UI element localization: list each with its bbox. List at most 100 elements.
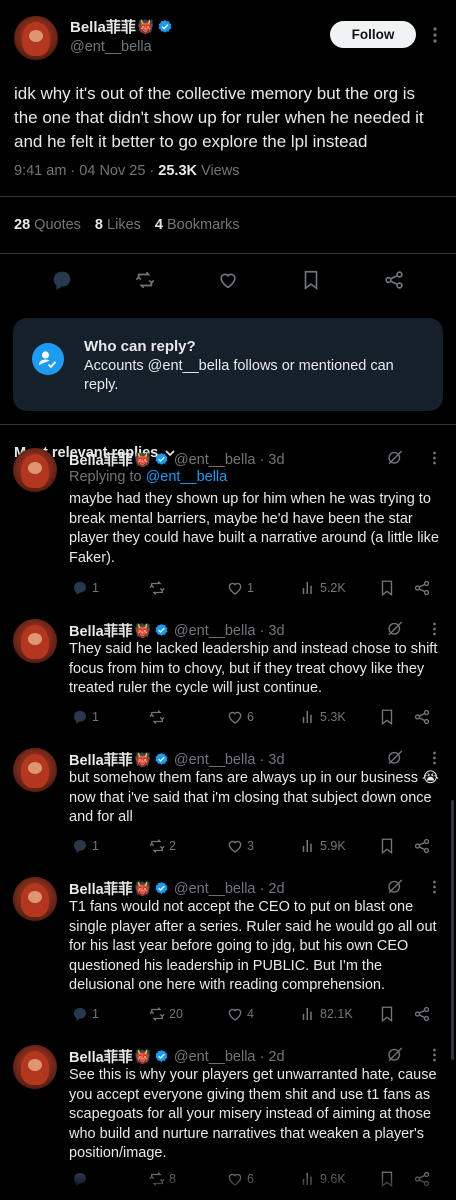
share-button[interactable] <box>413 708 431 726</box>
reply-text: See this is why your players get unwarra… <box>69 1067 437 1161</box>
reply-button[interactable]: 1 <box>71 1005 99 1023</box>
reply-author-name[interactable]: Bella菲菲 <box>69 878 133 899</box>
more-icon[interactable] <box>432 27 438 43</box>
reply-author-emoji: 👹 <box>134 751 151 767</box>
views-button[interactable]: 5.3K <box>299 708 346 726</box>
reply-avatar[interactable] <box>13 877 57 921</box>
bookmark-icon[interactable] <box>300 269 322 291</box>
bookmark-button[interactable] <box>378 837 396 855</box>
more-icon[interactable] <box>432 751 437 765</box>
author-handle[interactable]: @ent__bella <box>70 39 173 55</box>
reply-age[interactable]: 2d <box>268 881 284 897</box>
retweet-button[interactable]: 20 <box>148 1005 183 1023</box>
like-icon <box>228 840 242 853</box>
like-icon[interactable] <box>217 269 239 291</box>
retweet-button[interactable] <box>148 708 169 726</box>
reply-actions: 1 2 3 5.9K <box>71 837 441 859</box>
likes-stat[interactable]: 8 Likes <box>95 217 141 233</box>
more-icon[interactable] <box>432 451 437 465</box>
bookmarks-stat[interactable]: 4 Bookmarks <box>155 217 240 233</box>
grok-icon[interactable] <box>386 877 404 895</box>
post-date[interactable]: 04 Nov 25 <box>79 163 145 179</box>
grok-icon[interactable] <box>386 1045 404 1063</box>
reply-author-emoji: 👹 <box>134 622 151 638</box>
author-name-row[interactable]: Bella菲菲 👹 <box>70 16 173 37</box>
reply-avatar[interactable] <box>13 748 57 792</box>
reply-author-name[interactable]: Bella菲菲 <box>69 1046 133 1067</box>
retweet-icon <box>149 839 165 853</box>
like-button[interactable]: 6 <box>226 708 254 726</box>
reply-actions: 1 1 5.2K <box>71 579 441 601</box>
author-info: Bella菲菲 👹 @ent__bella <box>70 16 173 55</box>
bookmark-button[interactable] <box>378 1005 396 1023</box>
author-avatar[interactable] <box>14 16 58 60</box>
reply-author-name[interactable]: Bella菲菲 <box>69 449 133 470</box>
views-button[interactable]: 82.1K <box>299 1005 353 1023</box>
who-can-reply-box: Who can reply? Accounts @ent__bella foll… <box>13 318 443 411</box>
post-time[interactable]: 9:41 am <box>14 163 66 179</box>
like-count: 1 <box>247 581 254 595</box>
reply-age[interactable]: 3d <box>268 623 284 639</box>
like-button[interactable]: 4 <box>226 1005 254 1023</box>
retweet-icon[interactable] <box>134 269 156 291</box>
like-button[interactable]: 1 <box>226 579 254 597</box>
post-views-count: 25.3K <box>158 163 197 179</box>
reply-age[interactable]: 3d <box>268 752 284 768</box>
verified-badge-icon <box>155 623 168 636</box>
reply-author-handle[interactable]: @ent__bella <box>174 1049 256 1065</box>
reply-age[interactable]: 3d <box>268 452 284 468</box>
like-count: 4 <box>247 1007 254 1021</box>
reply-count: 1 <box>92 581 99 595</box>
reply-author-name[interactable]: Bella菲菲 <box>69 620 133 641</box>
bookmark-button[interactable] <box>378 708 396 726</box>
bookmark-button[interactable] <box>378 579 396 597</box>
share-icon <box>414 1006 430 1022</box>
more-icon[interactable] <box>432 880 437 894</box>
more-icon[interactable] <box>432 1048 437 1062</box>
share-button[interactable] <box>413 837 431 855</box>
views-button[interactable]: 5.9K <box>299 837 346 855</box>
scrollbar[interactable] <box>451 800 454 1060</box>
reply-author-emoji: 👹 <box>134 1048 151 1064</box>
like-count: 3 <box>247 839 254 853</box>
retweet-button[interactable]: 2 <box>148 837 176 855</box>
reply-avatar[interactable] <box>13 448 57 492</box>
follow-button[interactable]: Follow <box>330 21 416 48</box>
reply-author-handle[interactable]: @ent__bella <box>174 881 256 897</box>
views-button[interactable]: 5.2K <box>299 579 346 597</box>
verified-badge-icon <box>155 1049 168 1062</box>
retweet-button[interactable] <box>148 579 169 597</box>
reply-avatar[interactable] <box>13 619 57 663</box>
reply-author-handle[interactable]: @ent__bella <box>174 452 256 468</box>
who-can-reply-title: Who can reply? <box>84 338 196 355</box>
bookmark-icon <box>381 838 393 855</box>
grok-icon[interactable] <box>386 448 404 466</box>
like-button[interactable]: 3 <box>226 837 254 855</box>
reply-author-handle[interactable]: @ent__bella <box>174 752 256 768</box>
share-icon[interactable] <box>383 269 405 291</box>
reply-header: Bella菲菲 👹 @ent__bella · 2d <box>69 878 285 899</box>
post-actions <box>0 254 456 306</box>
bookmark-icon <box>381 709 393 726</box>
retweet-count: 2 <box>169 839 176 853</box>
quotes-stat[interactable]: 28 Quotes <box>14 217 81 233</box>
reply-author-handle[interactable]: @ent__bella <box>174 623 256 639</box>
replying-to-handle[interactable]: @ent__bella <box>146 469 228 485</box>
share-button[interactable] <box>413 1005 431 1023</box>
reply-age[interactable]: 2d <box>268 1049 284 1065</box>
reply-button[interactable]: 1 <box>71 708 99 726</box>
reply-avatar[interactable] <box>13 1045 57 1089</box>
grok-icon[interactable] <box>386 619 404 637</box>
reply-button[interactable]: 1 <box>71 837 99 855</box>
reply-button[interactable]: 1 <box>71 579 99 597</box>
reply-count: 1 <box>92 839 99 853</box>
grok-icon[interactable] <box>386 748 404 766</box>
more-icon[interactable] <box>432 622 437 636</box>
post-views-label: Views <box>201 163 240 179</box>
share-button[interactable] <box>413 579 431 597</box>
verified-badge-icon <box>155 452 168 465</box>
author-name[interactable]: Bella菲菲 <box>70 16 136 37</box>
reply-icon[interactable] <box>51 269 73 291</box>
who-can-reply-body: Accounts @ent__bella follows or mentione… <box>84 358 394 393</box>
reply-author-name[interactable]: Bella菲菲 <box>69 749 133 770</box>
